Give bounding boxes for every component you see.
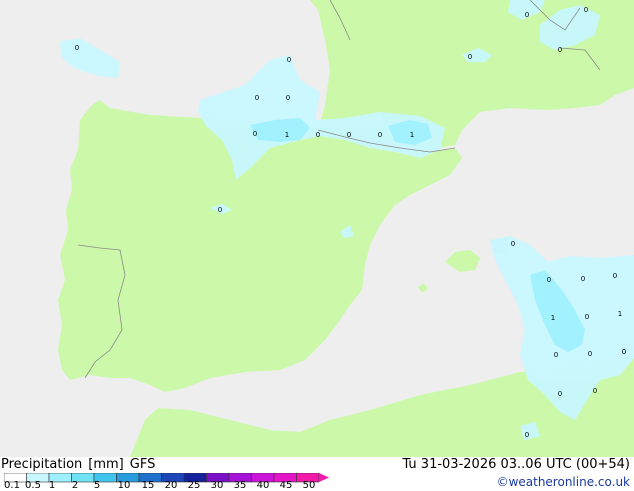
- contour-label: 0: [525, 11, 529, 19]
- credit-link[interactable]: ©weatheronline.co.uk: [497, 475, 630, 489]
- contour-label: 0: [287, 56, 291, 64]
- forecast-datetime: Tu 31-03-2026 03..06 UTC (00+54): [402, 457, 630, 472]
- legend-footer: Precipitation [mm] GFS Tu 31-03-2026 03..0…: [0, 457, 634, 491]
- contour-label: 0: [547, 276, 551, 284]
- contour-label: 0: [253, 130, 257, 138]
- contour-label: 1: [551, 314, 555, 322]
- contour-label: 0: [581, 275, 585, 283]
- contour-label: 0: [622, 348, 626, 356]
- precipitation-map: 0 0 0 0 0 0 1 0 0 0 1 0 0 0 0 0 0 0 1 0 …: [0, 0, 634, 457]
- contour-label: 0: [613, 272, 617, 280]
- contour-label: 0: [378, 131, 382, 139]
- contour-label: 1: [285, 131, 289, 139]
- contour-label: 1: [410, 131, 414, 139]
- map-title: Precipitation [mm] GFS: [1, 457, 161, 472]
- contour-label: 0: [593, 387, 597, 395]
- title-variable: Precipitation: [1, 457, 83, 472]
- contour-label: 0: [316, 131, 320, 139]
- title-unit: [mm]: [88, 457, 124, 472]
- contour-label: 0: [525, 431, 529, 439]
- contour-label: 0: [511, 240, 515, 248]
- contour-label: 0: [218, 206, 222, 214]
- contour-label: 0: [558, 390, 562, 398]
- contour-label: 0: [558, 46, 562, 54]
- contour-label: 0: [75, 44, 79, 52]
- contour-label: 0: [286, 94, 290, 102]
- title-model: GFS: [129, 457, 156, 472]
- contour-label: 0: [588, 350, 592, 358]
- contour-label: 0: [468, 53, 472, 61]
- contour-label: 0: [255, 94, 259, 102]
- contour-label: 0: [554, 351, 558, 359]
- contour-label: 0: [347, 131, 351, 139]
- contour-label: 1: [618, 310, 622, 318]
- contour-label: 0: [584, 6, 588, 14]
- contour-label: 0: [585, 313, 589, 321]
